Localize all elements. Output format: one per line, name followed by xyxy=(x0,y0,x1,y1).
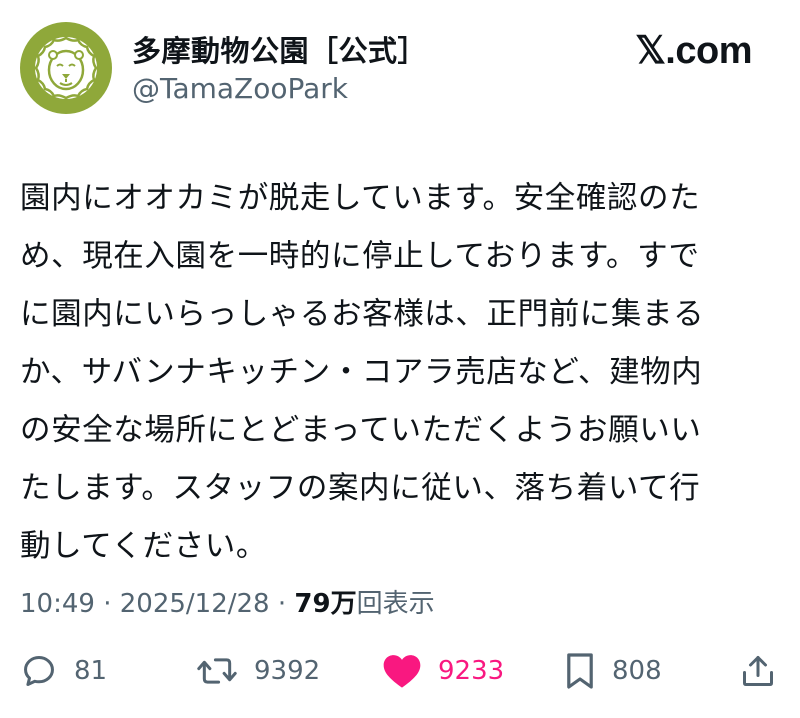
share-icon xyxy=(743,656,773,686)
share-button[interactable] xyxy=(740,645,776,697)
tweet-text: 園内にオオカミが脱走しています。安全確認のた め、現在入園を一時的に停止しており… xyxy=(20,170,780,576)
tweet-line: に園内にいらっしゃるお客様は、正門前に集まる xyxy=(20,297,705,332)
views-label: 回表示 xyxy=(356,589,435,619)
avatar[interactable] xyxy=(20,22,112,114)
tweet-line: か、サバンナキッチン・コアラ売店など、建物内 xyxy=(20,355,703,390)
tweet-line: め、現在入園を一時的に停止しております。すで xyxy=(20,239,700,274)
tweet-line: 動してください。 xyxy=(20,529,267,564)
lion-logo-icon xyxy=(34,36,98,100)
bookmark-button[interactable]: 808 xyxy=(564,645,662,697)
heart-icon xyxy=(383,655,421,688)
meta-separator: · xyxy=(94,589,120,619)
retweet-button[interactable]: 9392 xyxy=(196,645,320,697)
x-logo: 𝕏.com xyxy=(635,30,752,72)
like-count: 9233 xyxy=(438,656,505,686)
user-handle[interactable]: @TamaZooPark xyxy=(132,72,348,105)
reply-count: 81 xyxy=(74,656,108,686)
bookmark-icon xyxy=(567,653,593,689)
tweet-date[interactable]: 2025/12/28 xyxy=(120,589,270,619)
action-bar: 81 9392 9233 808 xyxy=(0,645,800,697)
tweet-line: たします。スタッフの案内に従い、落ち着いて行 xyxy=(20,471,701,506)
reply-icon xyxy=(24,656,54,686)
retweet-icon xyxy=(197,658,237,684)
retweet-count: 9392 xyxy=(254,656,321,686)
tweet-line: 園内にオオカミが脱走しています。安全確認のた xyxy=(20,181,701,216)
tweet-line: の安全な場所にとどまっていただくようお願いい xyxy=(20,413,702,448)
tweet-time[interactable]: 10:49 xyxy=(20,589,95,619)
reply-button[interactable]: 81 xyxy=(20,645,107,697)
like-button[interactable]: 9233 xyxy=(382,645,504,697)
bookmark-count: 808 xyxy=(612,656,662,686)
tweet-meta: 10:49 · 2025/12/28 · 79万回表示 xyxy=(20,583,435,620)
views-count: 79万 xyxy=(294,589,357,619)
display-name[interactable]: 多摩動物公園［公式］ xyxy=(132,28,427,70)
meta-separator: · xyxy=(269,589,295,619)
